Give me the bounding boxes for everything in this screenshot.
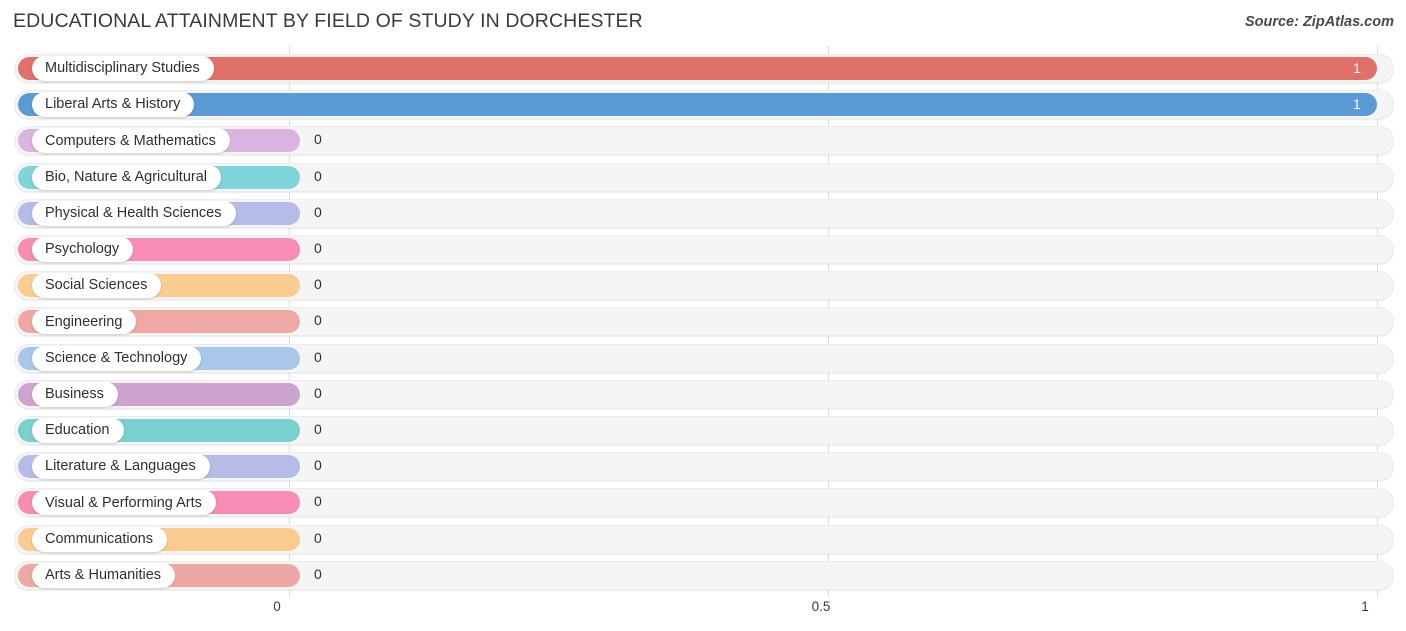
table-row[interactable]: Literature & Languages 0	[14, 452, 1394, 482]
category-label: Liberal Arts & History	[45, 96, 181, 113]
category-label: Multidisciplinary Studies	[45, 60, 200, 77]
table-row[interactable]: Communications 0	[14, 524, 1394, 554]
category-label-pill: Visual & Performing Arts	[32, 490, 216, 516]
bar-value-label: 0	[314, 493, 322, 510]
chart-header: EDUCATIONAL ATTAINMENT BY FIELD OF STUDY…	[0, 0, 1406, 46]
table-row[interactable]: Multidisciplinary Studies 1	[14, 54, 1394, 83]
table-row[interactable]: Business 0	[14, 379, 1394, 409]
category-label-pill: Business	[32, 381, 118, 407]
bar-value-label: 0	[314, 276, 322, 293]
table-row[interactable]: Visual & Performing Arts 0	[14, 488, 1394, 518]
bar-value-label: 0	[314, 565, 322, 582]
category-label: Literature & Languages	[45, 458, 196, 475]
table-row[interactable]: Physical & Health Sciences 0	[14, 198, 1394, 228]
axis-tick-label: 1	[1361, 599, 1369, 614]
category-label-pill: Communications	[32, 526, 167, 552]
category-label: Education	[45, 422, 110, 439]
plot-area: Multidisciplinary Studies 1 Liberal Arts &…	[0, 46, 1406, 597]
table-row[interactable]: Education 0	[14, 416, 1394, 445]
table-row[interactable]: Bio, Nature & Agricultural 0	[14, 162, 1394, 192]
bar[interactable]	[18, 57, 1377, 80]
bar-value-label: 0	[314, 203, 322, 220]
bar-value-label: 0	[314, 529, 322, 546]
category-label: Social Sciences	[45, 277, 148, 294]
category-label: Business	[45, 386, 104, 403]
category-label-pill: Physical & Health Sciences	[32, 200, 236, 226]
bar[interactable]	[18, 93, 1377, 117]
category-label: Arts & Humanities	[45, 567, 162, 584]
x-axis: 0 0.5 1	[0, 597, 1406, 631]
bar-value-label: 0	[314, 240, 322, 256]
table-row[interactable]: Engineering 0	[14, 307, 1394, 337]
bar-value-label: 1	[1353, 96, 1361, 113]
category-label: Bio, Nature & Agricultural	[45, 168, 207, 185]
bar-value-label: 0	[314, 384, 322, 401]
bar-value-label: 0	[314, 421, 322, 437]
category-label: Communications	[45, 530, 153, 547]
category-label-pill: Bio, Nature & Agricultural	[32, 164, 221, 190]
table-row[interactable]: Social Sciences 0	[14, 271, 1394, 301]
bar-value-label: 0	[314, 348, 322, 365]
bar-value-label: 0	[314, 312, 322, 329]
axis-tick-label: 0.5	[811, 599, 831, 614]
category-label: Science & Technology	[45, 349, 188, 366]
table-row[interactable]: Computers & Mathematics 0	[14, 126, 1394, 156]
table-row[interactable]: Science & Technology 0	[14, 343, 1394, 373]
bar-value-label: 1	[1353, 60, 1361, 76]
chart-container: EDUCATIONAL ATTAINMENT BY FIELD OF STUDY…	[0, 0, 1406, 631]
bar-value-label: 0	[314, 131, 322, 148]
category-label-pill: Engineering	[32, 309, 137, 335]
table-row[interactable]: Psychology 0	[14, 235, 1394, 264]
bar-value-label: 0	[314, 457, 322, 474]
table-row[interactable]: Arts & Humanities 0	[14, 560, 1394, 590]
axis-tick-label: 0	[273, 599, 281, 614]
source-attribution: Source: ZipAtlas.com	[1244, 14, 1394, 30]
category-label: Physical & Health Sciences	[45, 205, 222, 222]
category-label-pill: Science & Technology	[32, 345, 202, 371]
bar-value-label: 0	[314, 167, 322, 184]
category-label: Psychology	[45, 241, 120, 258]
category-label: Computers & Mathematics	[45, 132, 216, 149]
category-label: Visual & Performing Arts	[45, 494, 202, 511]
category-label-pill: Literature & Languages	[32, 454, 210, 480]
category-label-pill: Arts & Humanities	[32, 562, 176, 588]
category-label-pill: Multidisciplinary Studies	[32, 56, 214, 81]
category-label-pill: Computers & Mathematics	[32, 128, 230, 154]
category-label-pill: Social Sciences	[32, 273, 162, 299]
category-label: Engineering	[45, 313, 123, 330]
category-label-pill: Education	[32, 418, 124, 443]
category-label-pill: Psychology	[32, 237, 134, 262]
category-label-pill: Liberal Arts & History	[32, 92, 195, 118]
page-title: EDUCATIONAL ATTAINMENT BY FIELD OF STUDY…	[13, 10, 643, 32]
table-row[interactable]: Liberal Arts & History 1	[14, 90, 1394, 120]
